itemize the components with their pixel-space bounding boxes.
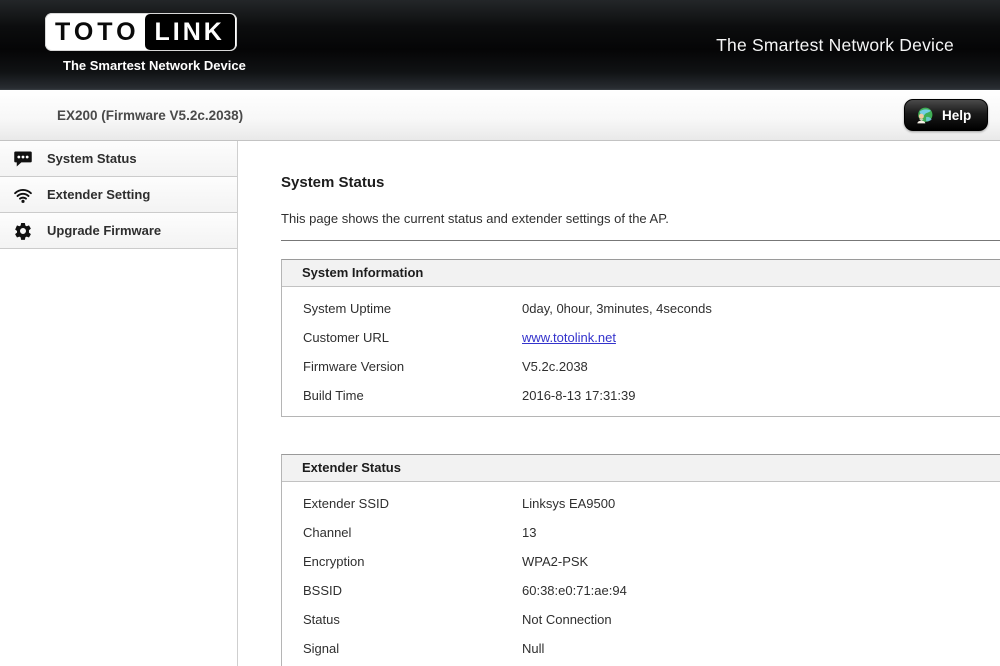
chat-icon [13,149,33,169]
row-value: Null [522,641,1000,656]
sidebar-item-label: System Status [47,151,137,166]
sidebar-item-label: Extender Setting [47,187,150,202]
table-row: Channel 13 [282,518,1000,547]
page-title: System Status [281,174,1000,191]
table-row: Build Time 2016-8-13 17:31:39 [282,381,1000,410]
sidebar-item-upgrade-firmware[interactable]: Upgrade Firmware [0,213,237,249]
row-value: 0day, 0hour, 3minutes, 4seconds [522,301,1000,316]
wifi-icon [13,185,33,205]
page-description: This page shows the current status and e… [281,211,1000,226]
table-row: Encryption WPA2-PSK [282,547,1000,576]
sidebar-item-system-status[interactable]: System Status [0,141,237,177]
row-label: Extender SSID [282,496,522,511]
row-value: www.totolink.net [522,330,1000,345]
row-value: 13 [522,525,1000,540]
system-information-panel: System Information System Uptime 0day, 0… [281,259,1000,417]
table-row: System Uptime 0day, 0hour, 3minutes, 4se… [282,294,1000,323]
sidebar-item-extender-setting[interactable]: Extender Setting [0,177,237,213]
row-value: Linksys EA9500 [522,496,1000,511]
table-row: Extender SSID Linksys EA9500 [282,489,1000,518]
row-value: WPA2-PSK [522,554,1000,569]
customer-url-link[interactable]: www.totolink.net [522,330,616,345]
row-value: 60:38:e0:71:ae:94 [522,583,1000,598]
device-firmware-label: EX200 (Firmware V5.2c.2038) [57,108,243,123]
section-divider [281,240,1000,241]
top-banner: TOTO LINK The Smartest Network Device Th… [0,0,1000,90]
table-row: Customer URL www.totolink.net [282,323,1000,352]
row-label: Customer URL [282,330,522,345]
subheader-bar: EX200 (Firmware V5.2c.2038) Help [0,90,1000,141]
help-button-label: Help [942,108,971,123]
sidebar-item-label: Upgrade Firmware [47,223,161,238]
totolink-logo-box: TOTO LINK [45,13,237,51]
row-label: BSSID [282,583,522,598]
row-label: Firmware Version [282,359,522,374]
table-row: Firmware Version V5.2c.2038 [282,352,1000,381]
table-row: Status Not Connection [282,605,1000,634]
row-value: 2016-8-13 17:31:39 [522,388,1000,403]
table-row: BSSID 60:38:e0:71:ae:94 [282,576,1000,605]
row-label: Status [282,612,522,627]
row-value: Not Connection [522,612,1000,627]
banner-right-tagline: The Smartest Network Device [716,35,954,56]
panel-title: Extender Status [282,455,1000,482]
row-label: System Uptime [282,301,522,316]
row-label: Channel [282,525,522,540]
gear-icon [13,221,33,241]
row-label: Build Time [282,388,522,403]
page-body: System Status Extender Setting Upgrade F… [0,141,1000,666]
extender-status-panel: Extender Status Extender SSID Linksys EA… [281,454,1000,666]
row-value: V5.2c.2038 [522,359,1000,374]
table-row: Signal Null [282,634,1000,663]
totolink-logo: TOTO LINK The Smartest Network Device [45,13,246,73]
row-label: Encryption [282,554,522,569]
logo-tagline: The Smartest Network Device [63,58,246,73]
main-content: System Status This page shows the curren… [238,141,1000,666]
logo-text-toto: TOTO [49,16,147,48]
row-label: Signal [282,641,522,656]
sidebar-nav: System Status Extender Setting Upgrade F… [0,141,238,666]
logo-text-link: LINK [147,16,233,48]
help-button[interactable]: Help [904,99,988,131]
panel-title: System Information [282,260,1000,287]
help-support-icon [915,106,934,125]
